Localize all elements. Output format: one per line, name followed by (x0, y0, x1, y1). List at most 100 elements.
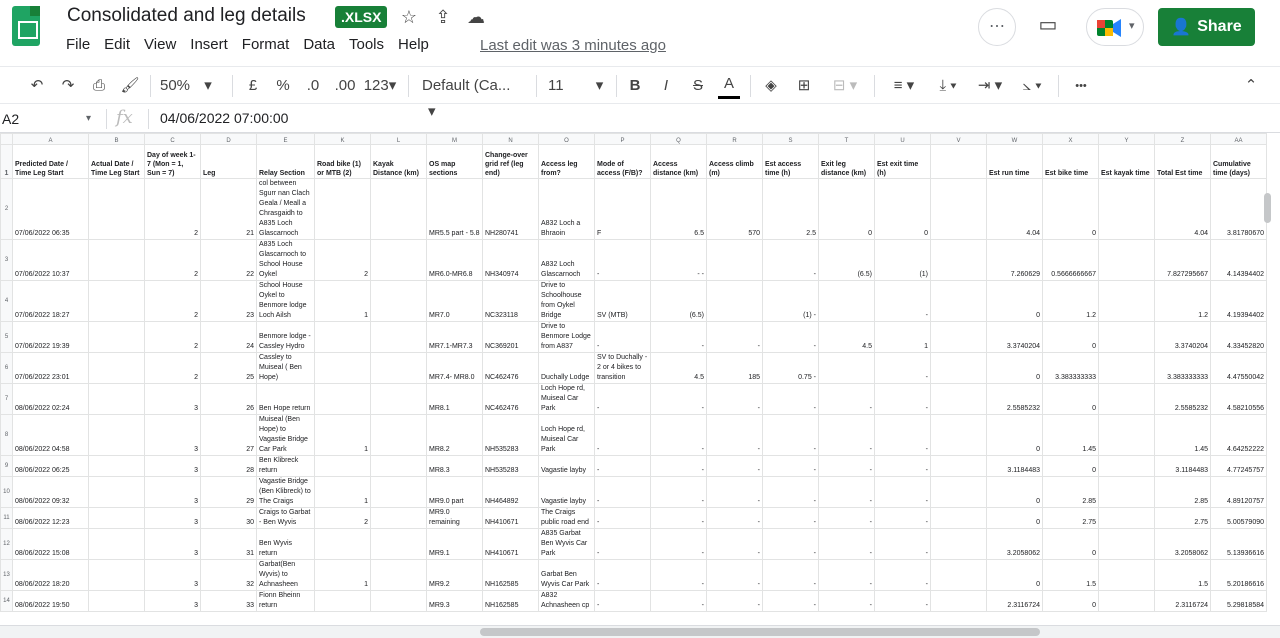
row-number[interactable]: 14 (0, 590, 13, 612)
table-cell[interactable]: - (874, 559, 931, 591)
table-cell[interactable]: MR7.1-MR7.3 (426, 321, 483, 353)
table-cell[interactable]: MR9.0 remaining (426, 507, 483, 529)
table-cell[interactable]: 2.3116724 (986, 590, 1043, 612)
table-cell[interactable]: - (818, 414, 875, 456)
table-cell[interactable]: SV (MTB) (594, 280, 651, 322)
table-cell[interactable]: - (594, 414, 651, 456)
table-cell[interactable]: MR7.0 (426, 280, 483, 322)
table-cell[interactable]: (6.5) (818, 239, 875, 281)
table-cell[interactable]: - (594, 590, 651, 612)
comment-icon[interactable]: ▭ (1037, 14, 1059, 36)
table-cell[interactable]: - - (650, 239, 707, 281)
table-cell[interactable]: SV to Duchally - 2 or 4 bikes to transit… (594, 352, 651, 384)
table-cell[interactable] (88, 280, 145, 322)
table-cell[interactable]: - (706, 559, 763, 591)
header-cell[interactable]: Actual Date / Time Leg Start (88, 144, 145, 179)
table-cell[interactable]: 3.3740204 (986, 321, 1043, 353)
table-cell[interactable]: - (874, 352, 931, 384)
table-cell[interactable]: - (650, 476, 707, 508)
column-header[interactable]: W (986, 133, 1043, 145)
table-cell[interactable]: 4.04 (986, 178, 1043, 240)
formula-input[interactable]: 04/06/2022 07:00:00 (160, 110, 288, 126)
table-cell[interactable] (1098, 383, 1155, 415)
table-cell[interactable] (370, 476, 427, 508)
table-cell[interactable] (930, 383, 987, 415)
column-header[interactable]: S (762, 133, 819, 145)
table-cell[interactable]: 5.20186616 (1210, 559, 1267, 591)
table-cell[interactable]: 0 (986, 559, 1043, 591)
table-cell[interactable] (930, 280, 987, 322)
table-cell[interactable] (314, 321, 371, 353)
table-cell[interactable] (706, 239, 763, 281)
table-cell[interactable]: 2.75 (1042, 507, 1099, 529)
column-header[interactable]: R (706, 133, 763, 145)
table-cell[interactable]: NC462476 (482, 383, 539, 415)
table-cell[interactable]: - (762, 507, 819, 529)
table-cell[interactable] (88, 352, 145, 384)
table-cell[interactable]: MR8.3 (426, 455, 483, 477)
row-number[interactable]: 2 (0, 178, 13, 240)
table-cell[interactable]: 0.5666666667 (1042, 239, 1099, 281)
table-cell[interactable]: 08/06/2022 19:50 (12, 590, 89, 612)
table-cell[interactable]: 4.5 (650, 352, 707, 384)
column-header[interactable]: Q (650, 133, 707, 145)
table-cell[interactable]: 5.13936616 (1210, 528, 1267, 560)
table-cell[interactable]: 08/06/2022 09:32 (12, 476, 89, 508)
table-cell[interactable]: - (874, 414, 931, 456)
horizontal-scrollbar[interactable] (0, 625, 1280, 638)
table-cell[interactable]: - (874, 476, 931, 508)
menu-edit[interactable]: Edit (104, 36, 137, 56)
header-cell[interactable]: Access distance (km) (650, 144, 707, 179)
table-cell[interactable]: Vagastie Bridge (Ben Klibreck) to The Cr… (256, 476, 315, 508)
table-cell[interactable]: - (650, 590, 707, 612)
table-cell[interactable]: - (762, 321, 819, 353)
italic-button[interactable]: I (656, 73, 676, 99)
text-wrap-icon[interactable]: ⇥ ▾ (972, 73, 1008, 99)
table-cell[interactable] (88, 321, 145, 353)
table-cell[interactable]: F (594, 178, 651, 240)
undo-icon[interactable]: ↶ (26, 73, 48, 99)
table-cell[interactable]: Ben Wyvis return (256, 528, 315, 560)
sheets-logo-icon[interactable] (12, 6, 40, 46)
horizontal-scroll-thumb[interactable] (480, 628, 1040, 636)
table-cell[interactable]: 31 (200, 528, 257, 560)
text-color-button[interactable]: A (718, 73, 740, 99)
table-cell[interactable]: A832 Loch Glascarnoch (538, 239, 595, 281)
table-cell[interactable]: NH464892 (482, 476, 539, 508)
table-cell[interactable]: 1.5 (1154, 559, 1211, 591)
table-cell[interactable]: NH410671 (482, 528, 539, 560)
star-icon[interactable]: ☆ (398, 6, 420, 28)
table-cell[interactable]: 3.1184483 (986, 455, 1043, 477)
last-edit-link[interactable]: Last edit was 3 minutes ago (480, 37, 666, 54)
table-cell[interactable] (314, 178, 371, 240)
table-cell[interactable]: 3 (144, 507, 201, 529)
table-cell[interactable]: - (594, 321, 651, 353)
row-number[interactable]: 11 (0, 507, 13, 529)
table-cell[interactable] (370, 178, 427, 240)
table-cell[interactable]: 23 (200, 280, 257, 322)
header-cell[interactable]: Est bike time (1042, 144, 1099, 179)
header-cell[interactable] (930, 144, 987, 179)
table-cell[interactable]: 30 (200, 507, 257, 529)
table-cell[interactable]: School House Oykel to Benmore lodge Loch… (256, 280, 315, 322)
meet-button[interactable]: ▾ (1086, 8, 1144, 46)
table-cell[interactable] (370, 383, 427, 415)
strikethrough-button[interactable]: S (688, 73, 708, 99)
header-cell[interactable]: Total Est time (1154, 144, 1211, 179)
table-cell[interactable]: (1) (874, 239, 931, 281)
row-number[interactable]: 7 (0, 383, 13, 415)
table-cell[interactable]: 2.5585232 (1154, 383, 1211, 415)
menu-insert[interactable]: Insert (190, 36, 235, 56)
redo-icon[interactable]: ↷ (57, 73, 79, 99)
table-cell[interactable]: - (762, 383, 819, 415)
row-number[interactable]: 8 (0, 414, 13, 456)
table-cell[interactable]: 3 (144, 383, 201, 415)
table-cell[interactable] (1098, 507, 1155, 529)
print-icon[interactable]: ⎙ (88, 73, 110, 99)
table-cell[interactable] (88, 507, 145, 529)
table-cell[interactable]: 7.260629 (986, 239, 1043, 281)
vertical-scrollbar[interactable] (1262, 145, 1272, 625)
table-cell[interactable]: 2 (144, 352, 201, 384)
table-cell[interactable]: Duchally Lodge (538, 352, 595, 384)
row-number[interactable]: 1 (0, 144, 13, 179)
